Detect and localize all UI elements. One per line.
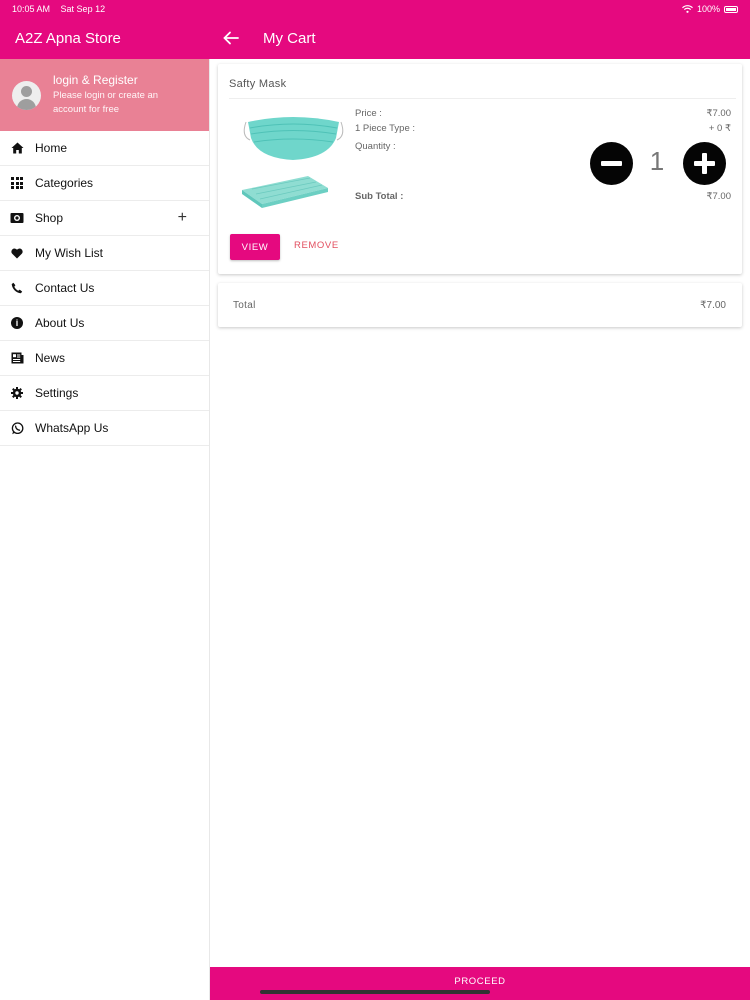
total-label: Total — [233, 300, 256, 311]
piece-type-label: 1 Piece Type : — [355, 123, 416, 134]
drawer-item-label: Categories — [35, 176, 94, 190]
gear-icon — [10, 386, 24, 400]
total-card: Total ₹7.00 — [218, 283, 742, 327]
page-title: My Cart — [263, 30, 316, 47]
product-image[interactable] — [238, 114, 348, 214]
piece-type-value: + 0 ₹ — [708, 123, 731, 134]
drawer-item-label: Home — [35, 141, 68, 155]
view-button[interactable]: VIEW — [230, 234, 280, 260]
expand-plus-icon[interactable]: + — [178, 209, 187, 227]
status-bar: 10:05 AM Sat Sep 12 100% — [0, 0, 750, 18]
heart-icon — [10, 246, 24, 260]
drawer-item-label: WhatsApp Us — [35, 421, 109, 435]
drawer-item-contact-us[interactable]: Contact Us — [0, 271, 209, 306]
grid-icon — [10, 176, 24, 190]
drawer-item-shop[interactable]: Shop + — [0, 201, 209, 236]
subtotal-value: ₹7.00 — [706, 191, 731, 202]
product-name: Safty Mask — [229, 78, 287, 90]
login-register-title: login & Register — [53, 73, 138, 87]
cart-item-card: Safty Mask Price : ₹7.00 1 Piece Type : … — [218, 64, 742, 274]
store-name: A2Z Apna Store — [15, 30, 121, 47]
increase-quantity-button[interactable] — [683, 142, 726, 185]
back-arrow-icon[interactable] — [220, 26, 242, 50]
home-indicator — [260, 990, 490, 994]
drawer-item-label: Settings — [35, 386, 79, 400]
status-date: Sat Sep 12 — [60, 4, 106, 14]
drawer-item-label: Shop — [35, 211, 64, 225]
drawer-item-about-us[interactable]: i About Us — [0, 306, 209, 341]
news-icon — [10, 351, 24, 365]
app-bar: A2Z Apna Store My Cart — [0, 18, 750, 59]
proceed-button[interactable]: PROCEED — [210, 967, 750, 1000]
remove-button[interactable]: REMOVE — [294, 240, 339, 251]
screen: 10:05 AM Sat Sep 12 100% A2Z Apna Store … — [0, 0, 750, 1000]
navigation-drawer: login & Register Please login or create … — [0, 59, 210, 1000]
avatar-icon — [12, 81, 41, 110]
drawer-item-wish-list[interactable]: My Wish List — [0, 236, 209, 271]
total-value: ₹7.00 — [700, 300, 726, 311]
price-value: ₹7.00 — [706, 108, 731, 119]
drawer-item-categories[interactable]: Categories — [0, 166, 209, 201]
home-icon — [10, 141, 24, 155]
info-icon: i — [10, 316, 24, 330]
decrease-quantity-button[interactable] — [590, 142, 633, 185]
drawer-item-label: Contact Us — [35, 281, 95, 295]
login-register-subtitle: Please login or create an account for fr… — [53, 90, 159, 115]
drawer-item-news[interactable]: News — [0, 341, 209, 376]
drawer-item-label: My Wish List — [35, 246, 104, 260]
quantity-value: 1 — [649, 146, 665, 176]
whatsapp-icon — [10, 421, 24, 435]
status-time: 10:05 AM — [12, 4, 51, 14]
drawer-item-whatsapp-us[interactable]: WhatsApp Us — [0, 411, 209, 446]
battery-percent: 100% — [696, 4, 720, 14]
drawer-item-home[interactable]: Home — [0, 131, 209, 166]
drawer-item-label: About Us — [35, 316, 85, 330]
login-register-header[interactable]: login & Register Please login or create … — [0, 59, 209, 131]
quantity-label: Quantity : — [355, 141, 396, 152]
battery-icon — [724, 5, 738, 13]
phone-icon — [10, 281, 24, 295]
subtotal-label: Sub Total : — [355, 191, 404, 202]
divider — [229, 98, 736, 99]
price-label: Price : — [355, 108, 382, 119]
wifi-icon — [682, 5, 693, 13]
shop-icon — [10, 211, 24, 225]
drawer-item-label: News — [35, 351, 66, 365]
drawer-item-settings[interactable]: Settings — [0, 376, 209, 411]
